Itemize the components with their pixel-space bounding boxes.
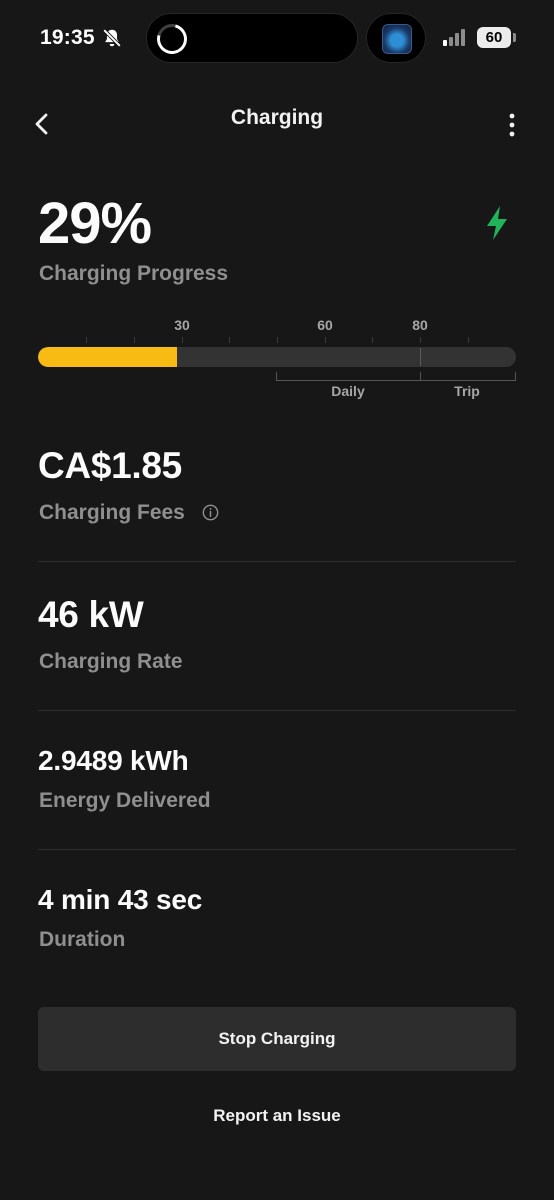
- divider: [38, 710, 516, 711]
- scale-tick: [134, 337, 135, 343]
- energy-delivered-value: 2.9489 kWh: [38, 745, 189, 776]
- charging-rate-value: 46 kW: [38, 594, 144, 635]
- cellular-signal-icon: [443, 28, 469, 46]
- stop-charging-button[interactable]: Stop Charging: [38, 1007, 516, 1071]
- dynamic-island[interactable]: [146, 13, 358, 63]
- scale-tick: [468, 337, 469, 343]
- charging-progress-label: Charging Progress: [39, 262, 229, 285]
- scale-tick: [229, 337, 230, 343]
- scale-tick: [420, 337, 421, 343]
- range-label-trip: Trip: [454, 383, 480, 399]
- charging-screen: 19:35 60 Charging 29% Charging Progress …: [0, 0, 554, 1200]
- page-title: Charging: [230, 106, 324, 129]
- status-time: 19:35: [40, 26, 95, 49]
- report-issue-link[interactable]: Report an Issue: [0, 1106, 554, 1126]
- battery-icon: 60: [477, 27, 511, 48]
- range-brackets: [276, 370, 516, 382]
- tick-label-60: 60: [317, 317, 333, 333]
- charging-fees-value: CA$1.85: [38, 445, 182, 486]
- more-vertical-icon[interactable]: [500, 112, 524, 138]
- scale-tick: [372, 337, 373, 343]
- charge-progress-fill: [38, 347, 177, 367]
- charge-progress-bar: [38, 347, 516, 367]
- energy-delivered-label: Energy Delivered: [39, 789, 211, 812]
- scale-tick: [325, 337, 326, 343]
- divider: [38, 849, 516, 850]
- scale-tick: [277, 337, 278, 343]
- live-activity-bubble[interactable]: [366, 13, 426, 63]
- app-thumbnail: [382, 24, 412, 54]
- bell-slash-icon: [102, 28, 122, 48]
- scale-tick: [86, 337, 87, 343]
- duration-value: 4 min 43 sec: [38, 884, 203, 915]
- duration-label: Duration: [39, 928, 126, 951]
- trip-threshold-marker: [420, 348, 421, 366]
- tick-label-80: 80: [412, 317, 428, 333]
- charge-percent: 29%: [38, 191, 152, 256]
- progress-scale: 30 60 80: [39, 315, 516, 345]
- info-icon[interactable]: [202, 504, 219, 521]
- scale-tick: [182, 337, 183, 343]
- divider: [38, 561, 516, 562]
- lightning-bolt-icon: [487, 206, 507, 240]
- tick-label-30: 30: [174, 317, 190, 333]
- range-label-daily: Daily: [331, 383, 365, 399]
- status-bar: 19:35 60: [0, 0, 554, 78]
- activity-ring-icon: [151, 18, 193, 60]
- charging-fees-label: Charging Fees: [39, 501, 185, 524]
- charging-rate-label: Charging Rate: [39, 650, 183, 673]
- battery-tip: [513, 33, 516, 42]
